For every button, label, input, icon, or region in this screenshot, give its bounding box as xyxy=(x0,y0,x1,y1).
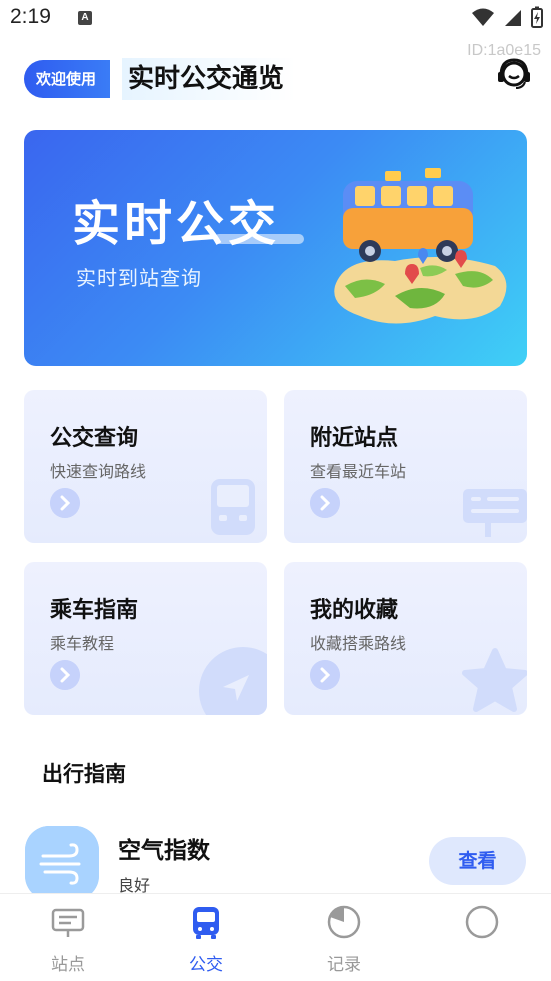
card-title: 公交查询 xyxy=(50,426,139,451)
card-bus-query[interactable]: 公交查询 快速查询路线 xyxy=(24,390,267,543)
card-subtitle: 收藏搭乘路线 xyxy=(310,634,407,653)
nav-item-bus[interactable]: 公交 xyxy=(156,894,256,981)
bus-icon xyxy=(193,907,219,939)
nav-label: 站点 xyxy=(51,955,85,975)
station-board-icon xyxy=(51,908,85,937)
card-subtitle: 乘车教程 xyxy=(50,634,115,653)
bus-stop-sign-icon xyxy=(463,489,527,537)
nav-item-records[interactable]: 记录 xyxy=(294,894,394,981)
welcome-badge: 欢迎使用 xyxy=(24,60,111,98)
view-button[interactable]: 查看 xyxy=(429,837,526,885)
nav-label: 公交 xyxy=(189,955,223,975)
section-title: 出行指南 xyxy=(42,762,126,786)
nav-item-profile[interactable] xyxy=(432,894,532,981)
title-wrap: 实时公交通览 xyxy=(122,58,297,100)
card-title: 乘车指南 xyxy=(50,598,139,623)
chevron-right-icon[interactable] xyxy=(50,488,80,518)
chevron-right-icon[interactable] xyxy=(50,660,80,690)
bus-icon xyxy=(211,479,255,535)
status-icons xyxy=(471,6,543,28)
banner-title: 实时公交 xyxy=(72,196,281,252)
air-index-title: 空气指数 xyxy=(118,838,210,864)
realtime-bus-banner[interactable]: 实时公交 实时到站查询 xyxy=(24,130,527,366)
header: 欢迎使用 实时公交通览 xyxy=(24,58,324,100)
pie-record-icon xyxy=(327,905,361,939)
navigation-icon xyxy=(199,647,267,715)
banner-subtitle: 实时到站查询 xyxy=(76,266,202,290)
circle-icon xyxy=(465,905,499,939)
card-nearby-stops[interactable]: 附近站点 查看最近车站 xyxy=(284,390,527,543)
bottom-nav: 站点 公交 记录 xyxy=(0,893,551,981)
card-subtitle: 查看最近车站 xyxy=(310,462,407,481)
signal-icon xyxy=(505,10,521,26)
card-my-favorites[interactable]: 我的收藏 收藏搭乘路线 xyxy=(284,562,527,715)
bus-map-illustration xyxy=(334,168,507,324)
headset-icon[interactable] xyxy=(495,54,533,92)
battery-icon xyxy=(531,6,543,28)
notification-badge-icon: A xyxy=(78,11,92,25)
nav-item-stations[interactable]: 站点 xyxy=(18,894,118,981)
status-bar: 2:19 A xyxy=(0,0,551,36)
wifi-icon xyxy=(472,8,494,26)
chevron-right-icon[interactable] xyxy=(310,488,340,518)
card-title: 附近站点 xyxy=(310,426,399,451)
status-time: 2:19 xyxy=(10,5,51,28)
page-title: 实时公交通览 xyxy=(128,64,285,94)
star-icon xyxy=(462,648,527,712)
wind-icon xyxy=(25,826,99,900)
card-title: 我的收藏 xyxy=(310,598,399,623)
card-subtitle: 快速查询路线 xyxy=(50,462,147,481)
nav-label: 记录 xyxy=(327,955,361,975)
chevron-right-icon[interactable] xyxy=(310,660,340,690)
card-ride-guide[interactable]: 乘车指南 乘车教程 xyxy=(24,562,267,715)
